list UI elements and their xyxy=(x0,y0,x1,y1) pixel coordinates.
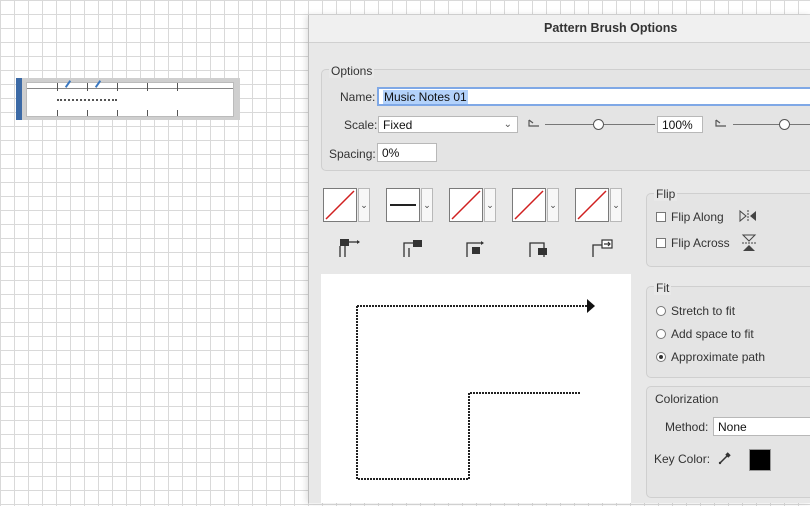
spacing-input[interactable]: 0% xyxy=(377,143,437,162)
flip-across-icon xyxy=(741,234,757,251)
spacing-label: Spacing: xyxy=(329,147,376,161)
sample-note-mark xyxy=(94,80,102,88)
chevron-down-icon: ⌄ xyxy=(503,119,512,130)
inner-corner-tile-button[interactable] xyxy=(449,188,483,222)
outer-corner-tile-icon xyxy=(403,240,422,257)
scale-variation-slider-knob[interactable] xyxy=(779,119,790,130)
flip-across-label[interactable]: Flip Across xyxy=(671,236,730,250)
scale-select-value: Fixed xyxy=(383,118,413,132)
outer-corner-tile-button[interactable] xyxy=(386,188,420,222)
end-tile-icon xyxy=(592,239,613,257)
pattern-brush-options-dialog: Pattern Brush Options Options Name: Musi… xyxy=(308,15,810,503)
sample-tick xyxy=(117,110,118,116)
approximate-path-label[interactable]: Approximate path xyxy=(671,350,765,364)
spacing-value: 0% xyxy=(382,146,400,160)
start-tile-button[interactable] xyxy=(512,188,546,222)
key-color-label: Key Color: xyxy=(654,452,711,466)
none-swatch-icon xyxy=(514,190,544,220)
inner-corner-tile-dropdown[interactable]: ⌄ xyxy=(484,188,496,222)
method-select[interactable]: None xyxy=(713,417,810,436)
pattern-brush-sample xyxy=(16,78,240,120)
flip-group-label: Flip xyxy=(654,187,678,201)
sample-tick xyxy=(87,83,88,91)
scale-slider-knob[interactable] xyxy=(593,119,604,130)
stretch-to-fit-radio[interactable] xyxy=(656,306,666,316)
pressure-icon-2 xyxy=(715,119,726,127)
flip-along-checkbox[interactable] xyxy=(656,212,666,222)
method-label: Method: xyxy=(665,420,709,434)
sample-dashes xyxy=(57,99,117,101)
sample-tick xyxy=(177,110,178,116)
scale-variation-slider-track[interactable] xyxy=(733,124,810,125)
inner-corner-tile-icon xyxy=(466,241,484,257)
sample-tick xyxy=(147,110,148,116)
sample-tick xyxy=(147,83,148,91)
side-tile-dropdown[interactable]: ⌄ xyxy=(358,188,370,222)
none-swatch-icon xyxy=(451,190,481,220)
line-tile-icon xyxy=(390,204,416,206)
scale-percent-value: 100% xyxy=(662,118,693,132)
side-tile-button[interactable] xyxy=(323,188,357,222)
flip-group xyxy=(646,193,810,267)
pattern-preview xyxy=(321,274,631,503)
stretch-to-fit-label[interactable]: Stretch to fit xyxy=(671,304,735,318)
method-select-value: None xyxy=(718,420,747,434)
sample-tick xyxy=(117,83,118,91)
selection-bar xyxy=(16,78,22,120)
none-swatch-icon xyxy=(577,190,607,220)
colorization-label: Colorization xyxy=(655,392,719,406)
key-color-swatch[interactable] xyxy=(749,449,771,471)
sample-tick xyxy=(87,110,88,116)
flip-along-label[interactable]: Flip Along xyxy=(671,210,724,224)
approximate-path-radio[interactable] xyxy=(656,352,666,362)
dialog-title: Pattern Brush Options xyxy=(544,21,678,35)
flip-across-checkbox[interactable] xyxy=(656,238,666,248)
flip-along-icon xyxy=(739,209,756,223)
title-bar[interactable]: Pattern Brush Options xyxy=(309,15,810,43)
sample-note-mark xyxy=(64,80,72,88)
outer-corner-tile-dropdown[interactable]: ⌄ xyxy=(421,188,433,222)
start-tile-icon xyxy=(529,242,547,257)
scale-percent-input[interactable]: 100% xyxy=(657,116,703,133)
sample-tick xyxy=(57,83,58,91)
side-tile-icon xyxy=(339,239,360,257)
pressure-icon xyxy=(528,119,539,127)
start-tile-dropdown[interactable]: ⌄ xyxy=(547,188,559,222)
preview-path xyxy=(356,299,595,480)
name-input-value: Music Notes 01 xyxy=(383,90,468,104)
sample-tick xyxy=(177,83,178,91)
add-space-to-fit-label[interactable]: Add space to fit xyxy=(671,327,754,341)
sample-tick xyxy=(57,110,58,116)
none-swatch-icon xyxy=(325,190,355,220)
options-group-label: Options xyxy=(329,64,375,78)
name-input[interactable]: Music Notes 01 xyxy=(377,87,810,106)
scale-label: Scale: xyxy=(344,118,378,132)
name-label: Name: xyxy=(340,90,376,104)
fit-group-label: Fit xyxy=(654,281,672,295)
add-space-to-fit-radio[interactable] xyxy=(656,329,666,339)
end-tile-dropdown[interactable]: ⌄ xyxy=(610,188,622,222)
eyedropper-icon[interactable] xyxy=(717,450,733,466)
scale-select[interactable]: Fixed ⌄ xyxy=(378,116,518,133)
end-tile-button[interactable] xyxy=(575,188,609,222)
sample-stroke xyxy=(26,80,234,117)
